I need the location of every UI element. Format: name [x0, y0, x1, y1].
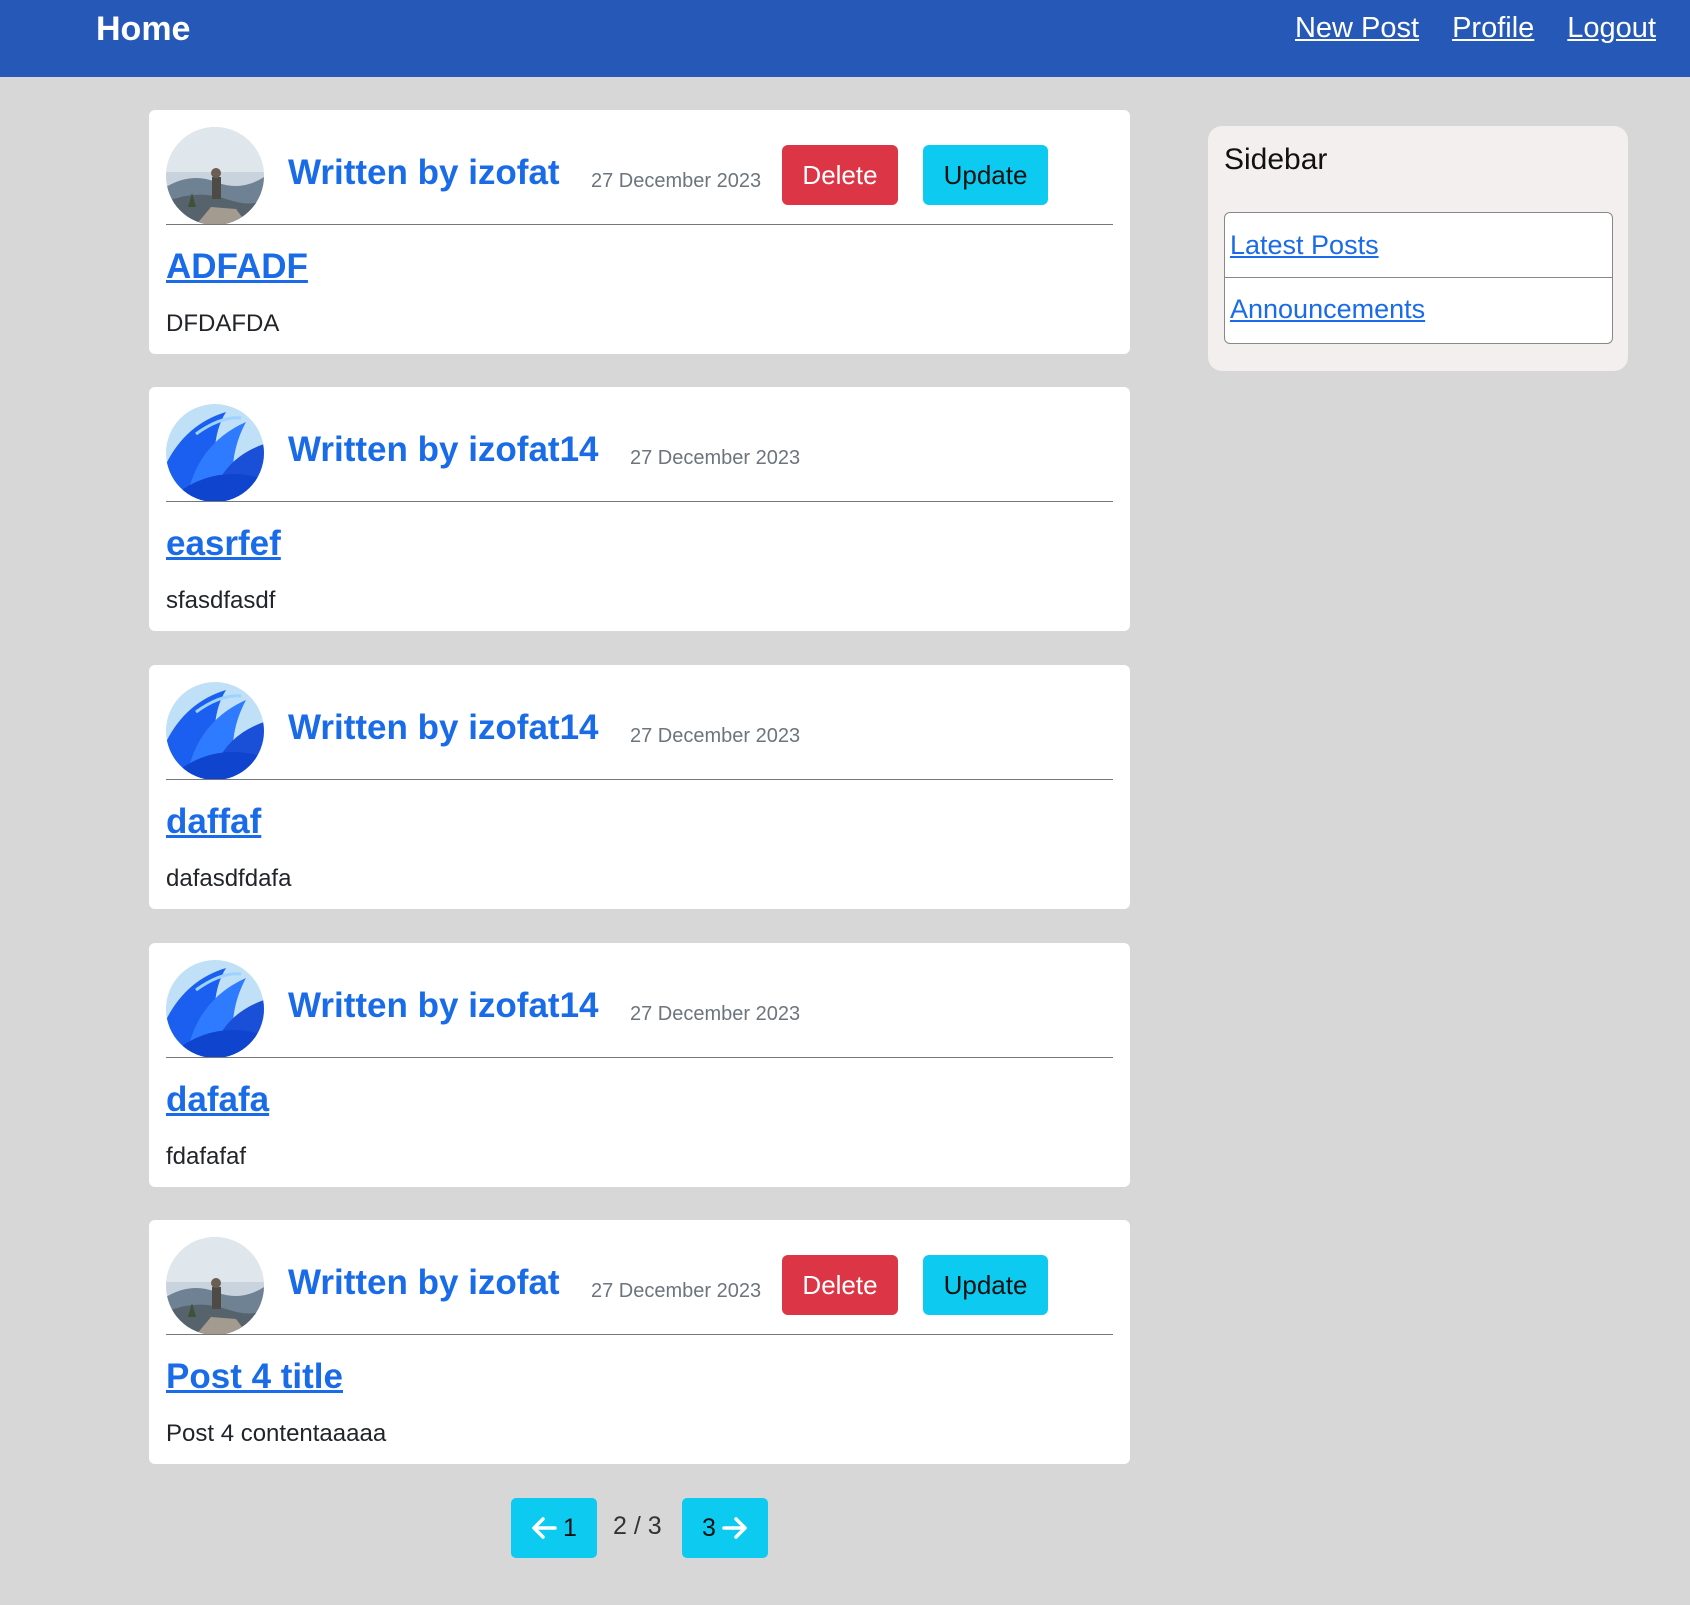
- next-page-label: 3: [702, 1513, 716, 1542]
- prev-page-label: 1: [563, 1513, 577, 1542]
- post-author: Written by izofat: [288, 153, 560, 192]
- post-card: Written by izofat14 27 December 2023 daf…: [149, 943, 1130, 1187]
- post-author: Written by izofat14: [288, 986, 599, 1025]
- post-card: Written by izofat 27 December 2023 Delet…: [149, 1220, 1130, 1464]
- arrow-left-icon: [531, 1517, 557, 1539]
- next-page-button[interactable]: 3: [682, 1498, 768, 1558]
- post-title-link[interactable]: daffaf: [166, 802, 261, 842]
- person-on-mountain-avatar: [166, 127, 264, 225]
- divider: [166, 1057, 1113, 1058]
- prev-page-button[interactable]: 1: [511, 1498, 597, 1558]
- navbar: Home New Post Profile Logout: [0, 0, 1690, 77]
- delete-button[interactable]: Delete: [782, 145, 898, 205]
- delete-button[interactable]: Delete: [782, 1255, 898, 1315]
- update-button[interactable]: Update: [923, 1255, 1048, 1315]
- post-date: 27 December 2023: [591, 170, 762, 192]
- post-title-link[interactable]: ADFADF: [166, 247, 308, 287]
- post-date: 27 December 2023: [630, 1003, 801, 1025]
- home-brand-link[interactable]: Home: [96, 10, 190, 49]
- post-title-link[interactable]: dafafa: [166, 1080, 269, 1120]
- blue-bloom-avatar: [166, 404, 264, 502]
- post-date: 27 December 2023: [630, 447, 801, 469]
- logout-link[interactable]: Logout: [1567, 12, 1656, 45]
- divider: [166, 779, 1113, 780]
- sidebar-list: Latest Posts Announcements: [1224, 212, 1613, 344]
- post-title-link[interactable]: easrfef: [166, 524, 281, 564]
- sidebar-item-latest-posts[interactable]: Latest Posts: [1225, 213, 1612, 277]
- person-on-mountain-avatar: [166, 1237, 264, 1335]
- post-author: Written by izofat14: [288, 708, 599, 747]
- divider: [166, 501, 1113, 502]
- divider: [166, 1334, 1113, 1335]
- post-content: Post 4 contentaaaaa: [166, 1420, 387, 1447]
- new-post-link[interactable]: New Post: [1295, 12, 1419, 45]
- post-card: Written by izofat14 27 December 2023 eas…: [149, 387, 1130, 631]
- profile-link[interactable]: Profile: [1452, 12, 1534, 45]
- update-button[interactable]: Update: [923, 145, 1048, 205]
- post-content: sfasdfasdf: [166, 587, 276, 614]
- post-card: Written by izofat14 27 December 2023 daf…: [149, 665, 1130, 909]
- sidebar-title: Sidebar: [1224, 143, 1328, 176]
- post-author: Written by izofat14: [288, 430, 599, 469]
- blue-bloom-avatar: [166, 682, 264, 780]
- sidebar-item-announcements[interactable]: Announcements: [1225, 277, 1612, 341]
- arrow-right-icon: [722, 1517, 748, 1539]
- nav-links: New Post Profile Logout: [1295, 12, 1656, 45]
- post-content: dafasdfdafa: [166, 865, 292, 892]
- post-date: 27 December 2023: [630, 725, 801, 747]
- post-content: DFDAFDA: [166, 310, 280, 337]
- post-author: Written by izofat: [288, 1263, 560, 1302]
- post-content: fdafafaf: [166, 1143, 247, 1170]
- blue-bloom-avatar: [166, 960, 264, 1058]
- divider: [166, 224, 1113, 225]
- sidebar: Sidebar Latest Posts Announcements: [1208, 126, 1628, 371]
- page-indicator: 2 / 3: [613, 1512, 662, 1540]
- post-card: Written by izofat 27 December 2023 Delet…: [149, 110, 1130, 354]
- post-title-link[interactable]: Post 4 title: [166, 1357, 343, 1397]
- post-date: 27 December 2023: [591, 1280, 762, 1302]
